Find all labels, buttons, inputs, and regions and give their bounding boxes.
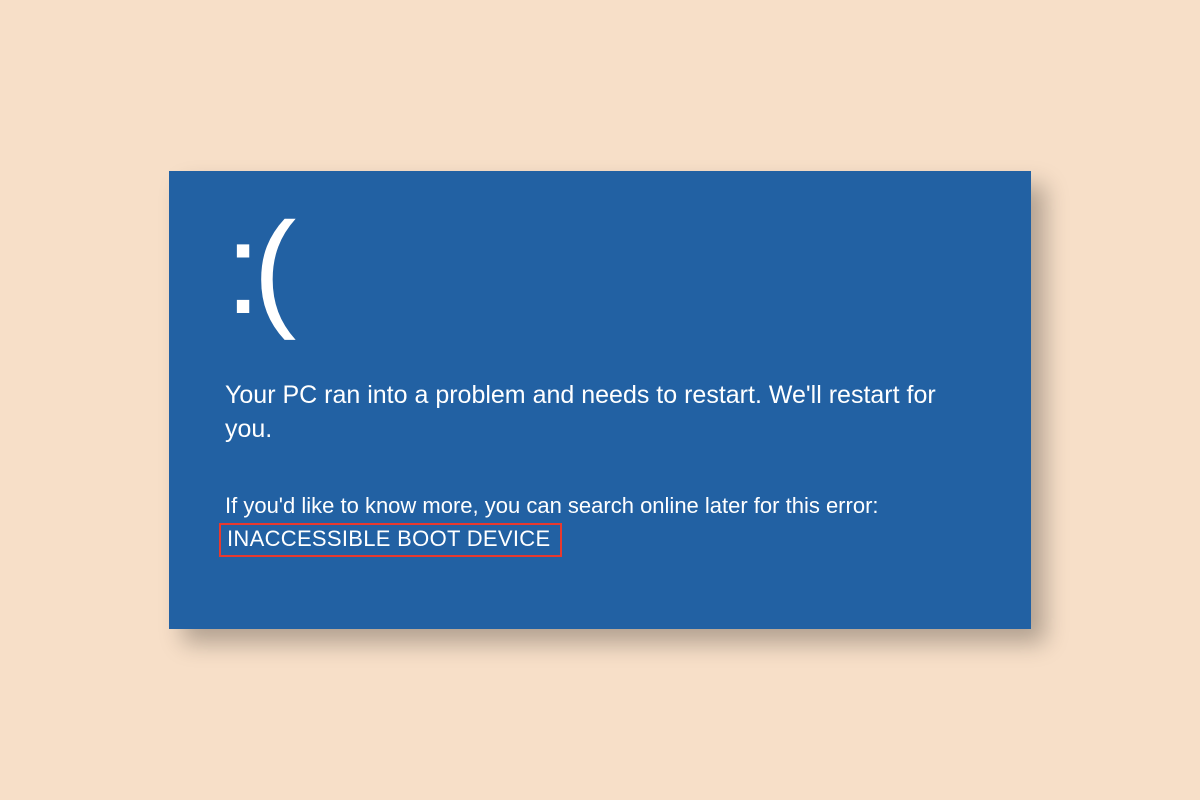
sad-face-icon: :( <box>225 203 975 333</box>
error-code-label: INACCESSIBLE BOOT DEVICE <box>227 526 550 551</box>
error-main-message: Your PC ran into a problem and needs to … <box>225 379 965 447</box>
error-code-highlight-box: INACCESSIBLE BOOT DEVICE <box>219 523 562 557</box>
bsod-error-screen: :( Your PC ran into a problem and needs … <box>169 171 1031 629</box>
error-search-hint: If you'd like to know more, you can sear… <box>225 491 975 522</box>
